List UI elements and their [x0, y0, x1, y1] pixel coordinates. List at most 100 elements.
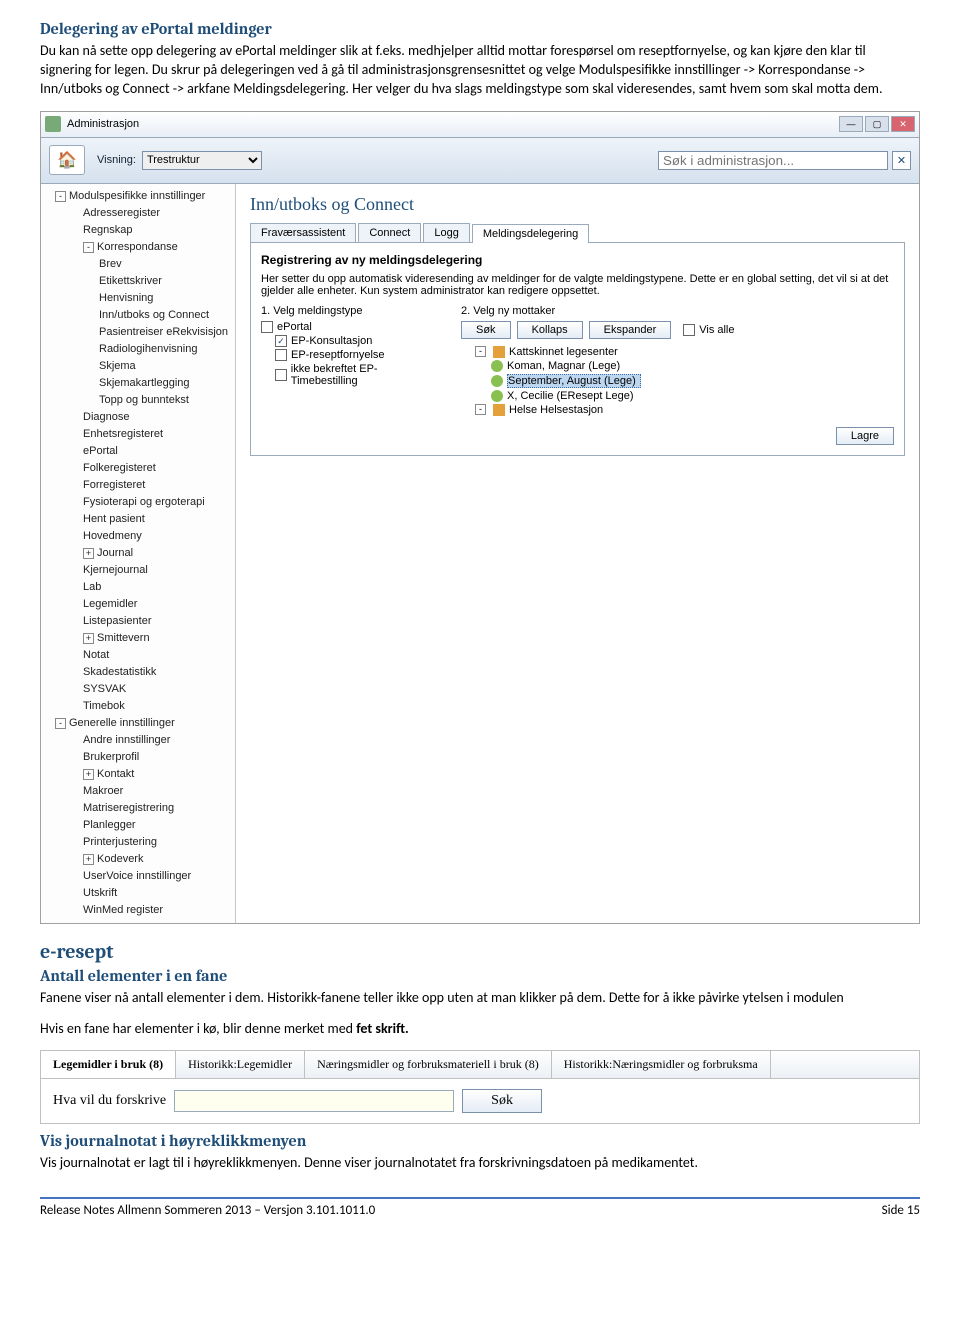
home-icon[interactable]: [49, 145, 85, 175]
toolbar: Visning: Trestruktur ✕: [41, 138, 919, 184]
window-title: Administrasjon: [67, 118, 139, 130]
visning-select[interactable]: Trestruktur: [142, 151, 262, 170]
tree-item[interactable]: Skjema: [41, 358, 235, 375]
tree-item[interactable]: Makroer: [41, 783, 235, 800]
tree-item[interactable]: Diagnose: [41, 409, 235, 426]
mottaker-item[interactable]: September, August (Lege): [461, 373, 894, 389]
tree-item[interactable]: +Journal: [41, 545, 235, 562]
tree-item[interactable]: Timebok: [41, 698, 235, 715]
legemidler-tabs-screenshot: Legemidler i bruk (8)Historikk:Legemidle…: [40, 1050, 920, 1124]
tab-fraværsassistent[interactable]: Fraværsassistent: [250, 223, 356, 242]
meldingstype-label: ePortal: [277, 321, 312, 333]
tab-meldingsdelegering[interactable]: Meldingsdelegering: [472, 224, 589, 243]
tree-item[interactable]: Radiologihenvisning: [41, 341, 235, 358]
meldingstype-label: EP-reseptfornyelse: [291, 349, 385, 361]
tree-item[interactable]: Regnskap: [41, 222, 235, 239]
admin-search-input[interactable]: [658, 151, 888, 170]
tree-item[interactable]: SYSVAK: [41, 681, 235, 698]
tab-logg[interactable]: Logg: [423, 223, 469, 242]
search-button[interactable]: Søk: [461, 321, 511, 339]
section-heading-antall: Antall elementer i en fane: [40, 967, 920, 985]
user-icon: [491, 375, 503, 387]
tree-item[interactable]: Forregisteret: [41, 477, 235, 494]
legemidler-tab[interactable]: Næringsmidler og forbruksmateriell i bru…: [305, 1051, 552, 1078]
tree-item[interactable]: Topp og bunntekst: [41, 392, 235, 409]
meldingsdelegering-panel: Registrering av ny meldingsdelegering He…: [250, 243, 905, 456]
tree-item[interactable]: Henvisning: [41, 290, 235, 307]
tree-item[interactable]: Brev: [41, 256, 235, 273]
meldingstype-checkbox[interactable]: [275, 335, 287, 347]
window-maximize-button[interactable]: ▢: [865, 116, 889, 132]
admin-window: Administrasjon — ▢ ✕ Visning: Trestruktu…: [40, 111, 920, 924]
tree-item[interactable]: Lab: [41, 579, 235, 596]
tree-item[interactable]: Skjemakartlegging: [41, 375, 235, 392]
tab-connect[interactable]: Connect: [358, 223, 421, 242]
tree-item[interactable]: +Kodeverk: [41, 851, 235, 868]
tree-item[interactable]: Legemidler: [41, 596, 235, 613]
meldingstype-label: ikke bekreftet EP-Timebestilling: [291, 363, 441, 387]
tree-item[interactable]: -Generelle innstillinger: [41, 715, 235, 732]
clear-search-button[interactable]: ✕: [892, 151, 911, 170]
vis-alle-label: Vis alle: [699, 324, 734, 336]
tree-item[interactable]: Skadestatistikk: [41, 664, 235, 681]
step1-label: 1. Velg meldingstype: [261, 305, 441, 317]
mottaker-item[interactable]: Koman, Magnar (Lege): [461, 359, 894, 373]
forskrive-label: Hva vil du forskrive: [53, 1093, 166, 1109]
legemidler-tab[interactable]: Historikk:Legemidler: [176, 1051, 305, 1078]
paragraph-fetskrift: Hvis en fane har elementer i kø, blir de…: [40, 1020, 920, 1039]
legemidler-tab[interactable]: Legemidler i bruk (8): [41, 1051, 176, 1078]
tree-item[interactable]: Etikettskriver: [41, 273, 235, 290]
forskrive-input[interactable]: [174, 1090, 454, 1112]
tree-item[interactable]: Enhetsregisteret: [41, 426, 235, 443]
user-icon: [491, 360, 503, 372]
tree-item[interactable]: Adresseregister: [41, 205, 235, 222]
tree-item[interactable]: -Korrespondanse: [41, 239, 235, 256]
tree-item[interactable]: Fysioterapi og ergoterapi: [41, 494, 235, 511]
tree-item[interactable]: WinMed register: [41, 902, 235, 919]
window-titlebar: Administrasjon — ▢ ✕: [41, 112, 919, 138]
tree-item[interactable]: Printerjustering: [41, 834, 235, 851]
tree-item[interactable]: +Kontakt: [41, 766, 235, 783]
mottaker-item[interactable]: -Kattskinnet legesenter: [461, 345, 894, 359]
paragraph-fetskrift-a: Hvis en fane har elementer i kø, blir de…: [40, 1020, 356, 1037]
tree-item[interactable]: Matriseregistrering: [41, 800, 235, 817]
tree-item[interactable]: Pasientreiser eRekvisisjon: [41, 324, 235, 341]
tree-item[interactable]: Listepasienter: [41, 613, 235, 630]
tabs: FraværsassistentConnectLoggMeldingsdeleg…: [250, 223, 905, 243]
tree-item[interactable]: Planlegger: [41, 817, 235, 834]
tree-item[interactable]: Folkeregisteret: [41, 460, 235, 477]
section-heading-eresept: e-resept: [40, 940, 920, 963]
section-heading-visjournal: Vis journalnotat i høyreklikkmenyen: [40, 1132, 920, 1150]
tree-item[interactable]: Hent pasient: [41, 511, 235, 528]
window-minimize-button[interactable]: —: [839, 116, 863, 132]
user-icon: [491, 390, 503, 402]
tree-item[interactable]: Kjernejournal: [41, 562, 235, 579]
tree-item[interactable]: Utskrift: [41, 885, 235, 902]
tree-item[interactable]: Andre innstillinger: [41, 732, 235, 749]
ekspander-button[interactable]: Ekspander: [589, 321, 672, 339]
meldingstype-checkbox[interactable]: [275, 369, 287, 381]
meldingstype-checkbox[interactable]: [275, 349, 287, 361]
forskrive-search-button[interactable]: Søk: [462, 1089, 542, 1113]
tree-item[interactable]: Hovedmeny: [41, 528, 235, 545]
tree-item[interactable]: Inn/utboks og Connect: [41, 307, 235, 324]
mottaker-tree: -Kattskinnet legesenterKoman, Magnar (Le…: [461, 345, 894, 417]
tree-item[interactable]: -Modulspesifikke innstillinger: [41, 188, 235, 205]
tree-item[interactable]: Notat: [41, 647, 235, 664]
meldingstype-checkbox[interactable]: [261, 321, 273, 333]
meldingstype-label: EP-Konsultasjon: [291, 335, 372, 347]
nav-tree: -Modulspesifikke innstillingerAdressereg…: [41, 184, 236, 923]
panel-desc: Her setter du opp automatisk videresendi…: [261, 273, 894, 297]
tree-item[interactable]: ePortal: [41, 443, 235, 460]
lagre-button[interactable]: Lagre: [836, 427, 894, 445]
vis-alle-checkbox[interactable]: [683, 324, 695, 336]
tree-item[interactable]: Brukerprofil: [41, 749, 235, 766]
mottaker-item[interactable]: X, Cecilie (EResept Lege): [461, 389, 894, 403]
tree-item[interactable]: +Smittevern: [41, 630, 235, 647]
legemidler-tab[interactable]: Historikk:Næringsmidler og forbruksma: [552, 1051, 771, 1078]
tree-item[interactable]: UserVoice innstillinger: [41, 868, 235, 885]
content-title: Inn/utboks og Connect: [250, 194, 905, 215]
window-close-button[interactable]: ✕: [891, 116, 915, 132]
kollaps-button[interactable]: Kollaps: [517, 321, 583, 339]
mottaker-item[interactable]: -Helse Helsestasjon: [461, 403, 894, 417]
